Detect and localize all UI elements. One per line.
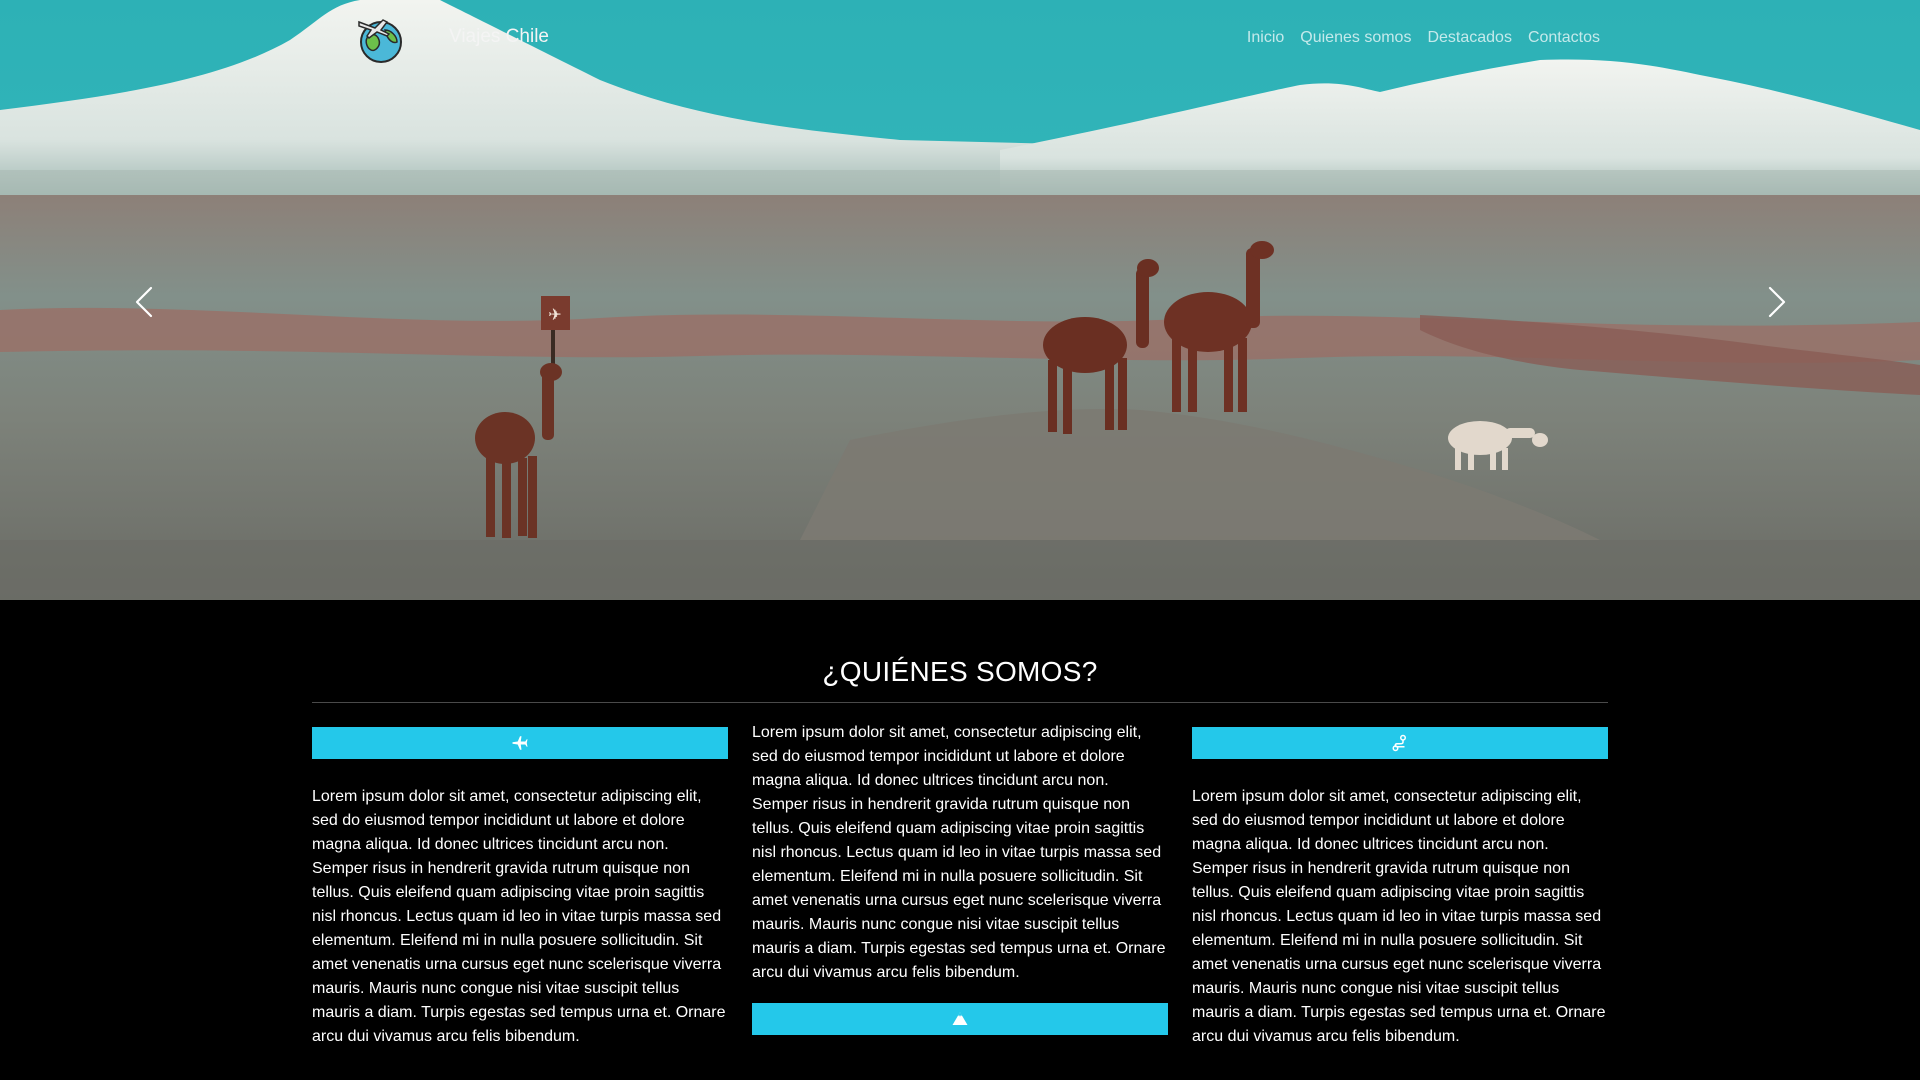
airplane-icon: [512, 736, 528, 750]
hero-carousel: ✈ Viajes Chile Inicio Quienes somos Dest…: [0, 0, 1920, 600]
icon-bar: [312, 727, 728, 759]
nav-links: Inicio Quienes somos Destacados Contacto…: [1247, 29, 1600, 47]
icon-bar: [1192, 727, 1608, 759]
carousel-slide-image: ✈: [0, 0, 1920, 600]
about-column: Lorem ipsum dolor sit amet, consectetur …: [1192, 727, 1608, 1049]
carousel-prev-button[interactable]: [125, 282, 165, 322]
nav-link-destacados[interactable]: Destacados: [1427, 29, 1512, 47]
nav-link-inicio[interactable]: Inicio: [1247, 29, 1284, 47]
nav-link-quienes-somos[interactable]: Quienes somos: [1300, 29, 1411, 47]
carousel-next-button[interactable]: [1756, 282, 1796, 322]
about-column: Lorem ipsum dolor sit amet, consectetur …: [312, 727, 728, 1049]
brand-name[interactable]: Viajes Chile: [449, 26, 549, 48]
section-divider: [312, 702, 1608, 703]
navbar: Viajes Chile Inicio Quienes somos Destac…: [0, 0, 1920, 80]
section-title: ¿QUIÉNES SOMOS?: [822, 656, 1098, 687]
route-icon: [1392, 734, 1406, 752]
chevron-right-icon: [1768, 286, 1786, 318]
mountain-icon: [952, 1012, 968, 1025]
globe-plane-icon[interactable]: [353, 12, 405, 64]
about-text: Lorem ipsum dolor sit amet, consectetur …: [1192, 788, 1606, 1045]
about-columns: Lorem ipsum dolor sit amet, consectetur …: [312, 724, 1608, 1049]
about-column: Lorem ipsum dolor sit amet, consectetur …: [752, 724, 1168, 1049]
chevron-left-icon: [135, 286, 153, 318]
about-text: Lorem ipsum dolor sit amet, consectetur …: [752, 724, 1166, 981]
about-text: Lorem ipsum dolor sit amet, consectetur …: [312, 788, 726, 1045]
about-section: ¿QUIÉNES SOMOS? Lorem ipsum dolor sit am…: [312, 600, 1608, 1049]
sign-glyph: ✈: [548, 305, 561, 324]
icon-bar: [752, 1003, 1168, 1035]
nav-link-contactos[interactable]: Contactos: [1528, 29, 1600, 47]
